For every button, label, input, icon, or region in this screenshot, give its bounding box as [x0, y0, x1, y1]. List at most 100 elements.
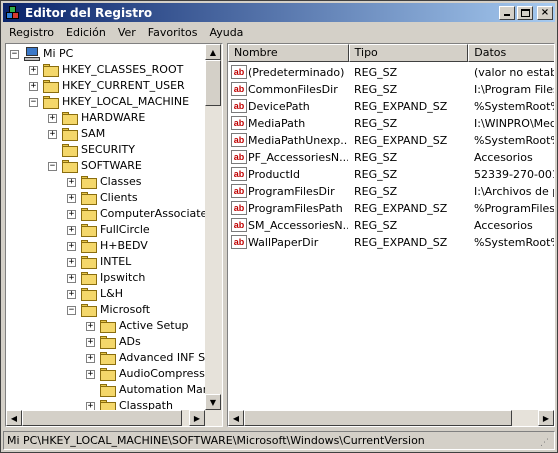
- value-type: REG_SZ: [354, 219, 398, 232]
- title-bar[interactable]: Editor del Registro ×: [3, 3, 555, 22]
- collapse-icon[interactable]: −: [29, 98, 38, 107]
- expand-icon[interactable]: +: [67, 242, 76, 251]
- tree-item[interactable]: + Advanced INF Se: [6, 350, 206, 366]
- tree-item[interactable]: + L&H: [6, 286, 206, 302]
- list-item[interactable]: ab MediaPathUnexp... REG_EXPAND_SZ %SystemR…: [228, 132, 554, 149]
- list-item[interactable]: ab CommonFilesDir REG_SZ I:\Program Files\: [228, 81, 554, 98]
- tree-horizontal-scrollbar[interactable]: ◀ ▶: [6, 410, 222, 426]
- expand-icon[interactable]: +: [86, 354, 95, 363]
- tree-item[interactable]: + HKEY_CURRENT_USER: [6, 78, 206, 94]
- value-type: REG_EXPAND_SZ: [354, 134, 448, 147]
- expand-icon[interactable]: +: [48, 130, 57, 139]
- expand-icon[interactable]: +: [67, 178, 76, 187]
- value-type: REG_SZ: [354, 151, 398, 164]
- column-header-nombre[interactable]: Nombre: [228, 44, 349, 62]
- list-item[interactable]: ab SM_AccessoriesN... REG_SZ Accesorios: [228, 217, 554, 234]
- tree-scroll-left-button[interactable]: ◀: [6, 410, 22, 426]
- menu-ayuda[interactable]: Ayuda: [203, 26, 249, 39]
- key-tree-pane[interactable]: − Mi PC + HKEY_CLASSES_ROOT + HKEY_CURRENT_US…: [5, 43, 223, 427]
- tree-item[interactable]: − Microsoft: [6, 302, 206, 318]
- list-item[interactable]: ab ProgramFilesPath REG_EXPAND_SZ %ProgramF…: [228, 200, 554, 217]
- expand-icon[interactable]: +: [29, 82, 38, 91]
- value-name: DevicePath: [248, 100, 310, 113]
- tree-item[interactable]: + Ipswitch: [6, 270, 206, 286]
- menu-edicion[interactable]: Edición: [60, 26, 112, 39]
- value-name: ProgramFilesDir: [248, 185, 335, 198]
- tree-scroll-right-button[interactable]: ▶: [189, 410, 205, 426]
- value-type: REG_SZ: [354, 83, 398, 96]
- tree-item[interactable]: + FullCircle: [6, 222, 206, 238]
- tree-item-label: AudioCompressio: [119, 367, 206, 380]
- value-name: MediaPathUnexp...: [248, 134, 348, 147]
- tree-item[interactable]: Automation Mana: [6, 382, 206, 398]
- expand-icon[interactable]: +: [67, 258, 76, 267]
- value-name: ProductId: [248, 168, 300, 181]
- collapse-icon[interactable]: −: [10, 50, 19, 59]
- minimize-button[interactable]: [499, 5, 515, 20]
- tree-item[interactable]: + INTEL: [6, 254, 206, 270]
- expand-icon[interactable]: +: [48, 114, 57, 123]
- expand-icon[interactable]: +: [67, 226, 76, 235]
- maximize-button[interactable]: [517, 5, 533, 20]
- expand-icon[interactable]: +: [86, 322, 95, 331]
- resize-grip-icon[interactable]: ⋰: [540, 435, 552, 448]
- tree-scroll-thumb[interactable]: [205, 60, 221, 106]
- tree-vertical-scrollbar[interactable]: ▲ ▼: [205, 44, 222, 410]
- close-button[interactable]: ×: [537, 5, 553, 20]
- tree-item[interactable]: + HKEY_CLASSES_ROOT: [6, 62, 206, 78]
- tree-item[interactable]: + HARDWARE: [6, 110, 206, 126]
- string-value-icon: ab: [231, 82, 247, 96]
- menu-favoritos[interactable]: Favoritos: [142, 26, 204, 39]
- expand-icon[interactable]: +: [67, 194, 76, 203]
- list-item[interactable]: abProgramFilesDir REG_SZ I:\Archivos de pr: [228, 183, 554, 200]
- tree-scroll-down-button[interactable]: ▼: [205, 394, 221, 410]
- expand-icon[interactable]: +: [86, 402, 95, 410]
- list-horizontal-scrollbar[interactable]: ◀ ▶: [228, 410, 554, 426]
- tree-item[interactable]: + ADs: [6, 334, 206, 350]
- list-item[interactable]: ab(Predeterminado) REG_SZ (valor no establ…: [228, 64, 554, 81]
- menu-bar: Registro Edición Ver Favoritos Ayuda: [3, 23, 555, 42]
- expand-icon[interactable]: +: [67, 290, 76, 299]
- tree-item[interactable]: + Active Setup: [6, 318, 206, 334]
- minimize-icon: [504, 13, 510, 16]
- column-header-tipo[interactable]: Tipo: [348, 44, 469, 62]
- values-list-pane[interactable]: Nombre Tipo Datos ab (Predeterminado) REG_…: [227, 43, 555, 427]
- column-header-datos[interactable]: Datos: [468, 44, 554, 62]
- expand-icon[interactable]: +: [29, 66, 38, 75]
- list-item[interactable]: ab DevicePath REG_EXPAND_SZ %SystemRoot%: [228, 98, 554, 115]
- list-item[interactable]: ab PF_AccessoriesN... REG_SZ Accesorios: [228, 149, 554, 166]
- regedit-app-icon[interactable]: [5, 5, 21, 21]
- tree-item[interactable]: + H+BEDV: [6, 238, 206, 254]
- expand-icon[interactable]: +: [67, 274, 76, 283]
- tree-item[interactable]: − Mi PC: [6, 46, 206, 62]
- tree-item[interactable]: + ComputerAssociates: [6, 206, 206, 222]
- list-hscroll-thumb[interactable]: [244, 410, 512, 426]
- expand-icon[interactable]: +: [67, 210, 76, 219]
- collapse-icon[interactable]: −: [67, 306, 76, 315]
- list-item[interactable]: ab MediaPath REG_SZ I:\WINPRO\Medi: [228, 115, 554, 132]
- folder-icon: [62, 144, 78, 157]
- list-item[interactable]: ab WallPaperDir REG_EXPAND_SZ %SystemRoot%: [228, 234, 554, 251]
- list-item[interactable]: abProductId REG_SZ 52339-270-0014: [228, 166, 554, 183]
- list-scroll-left-button[interactable]: ◀: [228, 410, 244, 426]
- tree-item[interactable]: − HKEY_LOCAL_MACHINE: [6, 94, 206, 110]
- tree-item[interactable]: + SAM: [6, 126, 206, 142]
- string-value-icon: ab: [231, 184, 247, 198]
- expand-icon[interactable]: +: [86, 338, 95, 347]
- tree-item[interactable]: − SOFTWARE: [6, 158, 206, 174]
- value-data: 52339-270-0014: [474, 168, 554, 181]
- tree-item[interactable]: + AudioCompressio: [6, 366, 206, 382]
- tree-item[interactable]: + Clients: [6, 190, 206, 206]
- tree-item[interactable]: SECURITY: [6, 142, 206, 158]
- tree-scroll-up-button[interactable]: ▲: [205, 44, 221, 60]
- tree-item[interactable]: + Classes: [6, 174, 206, 190]
- menu-ver[interactable]: Ver: [112, 26, 142, 39]
- tree-item[interactable]: + Classpath: [6, 398, 206, 410]
- tree-item-label: SAM: [81, 127, 106, 140]
- list-scroll-right-button[interactable]: ▶: [538, 410, 554, 426]
- collapse-icon[interactable]: −: [48, 162, 57, 171]
- tree-hscroll-thumb[interactable]: [22, 410, 182, 426]
- expand-icon[interactable]: +: [86, 370, 95, 379]
- folder-icon: [81, 176, 97, 189]
- menu-registro[interactable]: Registro: [3, 26, 60, 39]
